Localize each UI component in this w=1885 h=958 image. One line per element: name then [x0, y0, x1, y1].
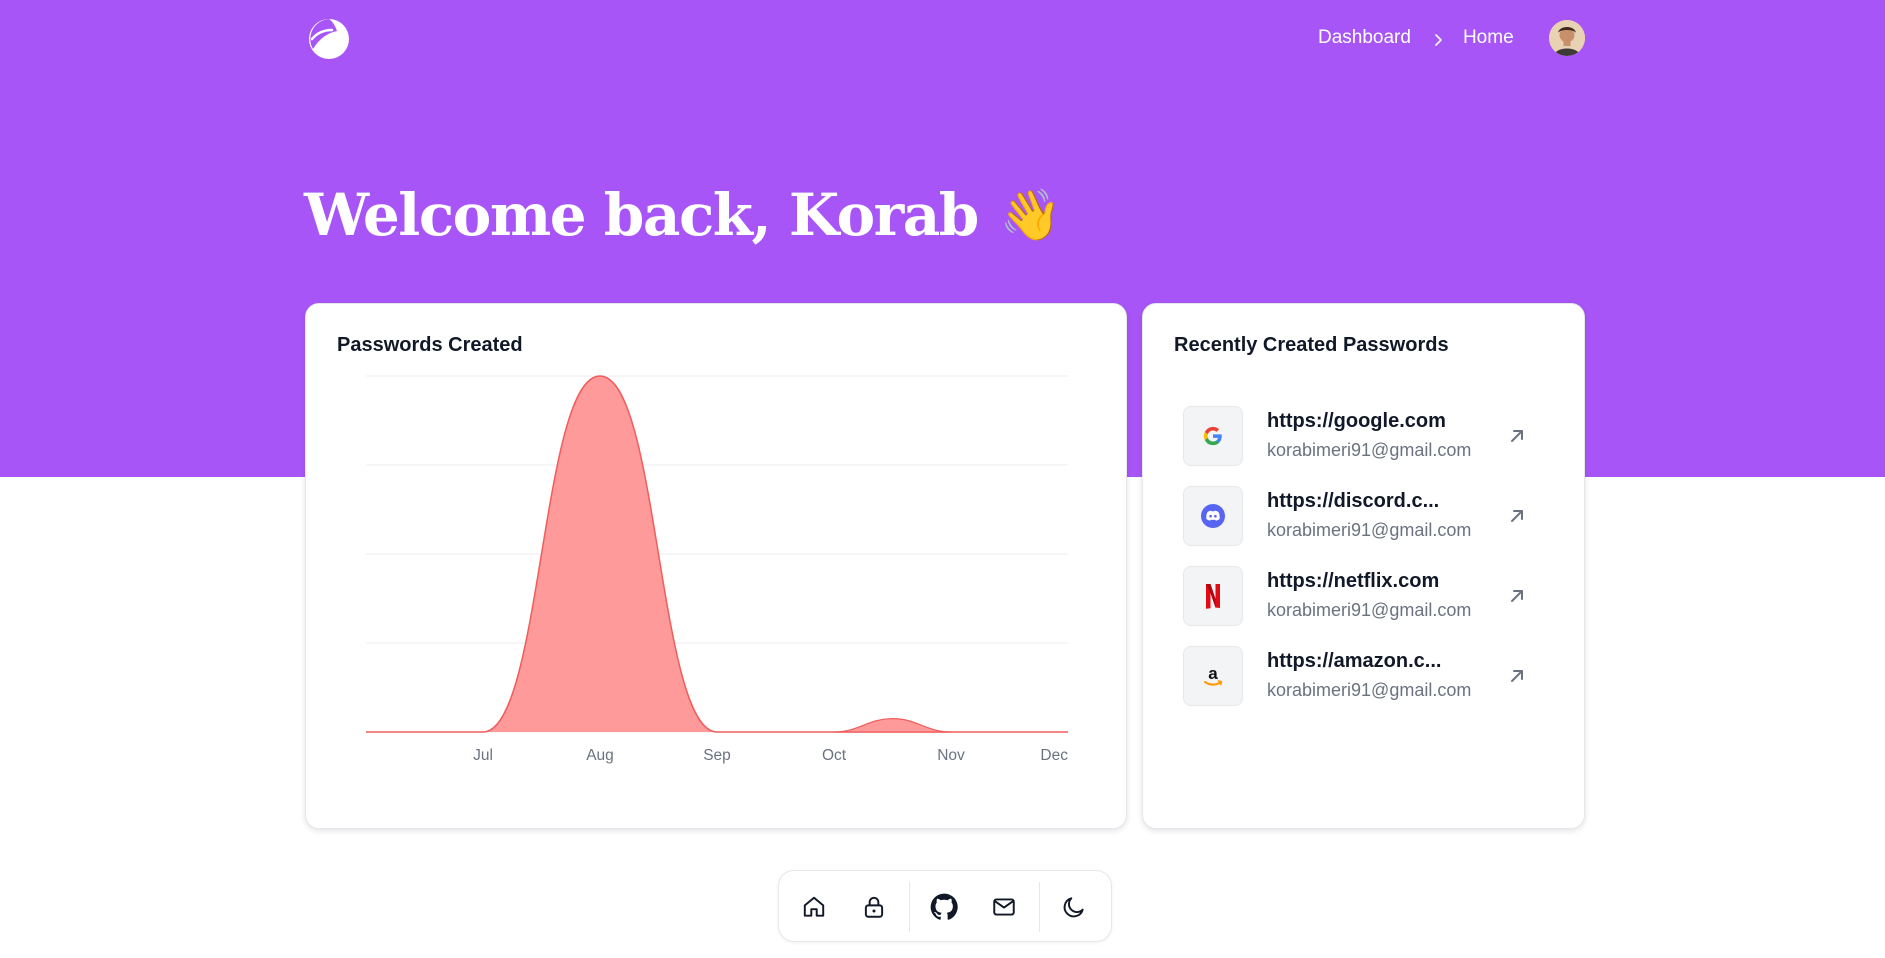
recent-title: Recently Created Passwords	[1174, 334, 1449, 356]
chart-tick-label: Dec	[1040, 747, 1068, 764]
dock-divider	[1039, 882, 1040, 932]
chevron-right-icon	[1431, 31, 1445, 46]
password-email: korabimeri91@gmail.com	[1267, 680, 1472, 700]
passwords-created-chart: Jul Aug Sep Oct Nov Dec	[366, 375, 1068, 764]
breadcrumb: Dashboard Home	[1318, 25, 1514, 51]
svg-text:a: a	[1208, 664, 1218, 683]
arrow-up-right-icon[interactable]	[1503, 662, 1531, 690]
discord-icon	[1183, 486, 1243, 546]
google-icon	[1183, 406, 1243, 466]
github-icon[interactable]	[927, 890, 961, 924]
moon-crescent-logo-icon[interactable]	[307, 17, 351, 61]
page-title: Welcome back, Korab 👋	[304, 175, 1062, 255]
netflix-icon	[1183, 566, 1243, 626]
arrow-up-right-icon[interactable]	[1503, 582, 1531, 610]
password-email: korabimeri91@gmail.com	[1267, 440, 1472, 460]
password-url: https://google.com	[1267, 410, 1446, 432]
recent-passwords-card: Recently Created Passwords https://googl…	[1142, 303, 1585, 829]
chart-tick-label: Oct	[822, 747, 847, 764]
chart-tick-label: Aug	[586, 747, 614, 764]
welcome-text: Welcome back, Korab	[304, 181, 979, 249]
password-item-discord[interactable]: https://discord.c... korabimeri91@gmail.…	[1183, 484, 1563, 546]
password-url: https://amazon.c...	[1267, 650, 1442, 672]
passwords-created-card: Passwords Created Jul Aug Sep Oct Nov Dec	[305, 303, 1127, 829]
password-item-google[interactable]: https://google.com korabimeri91@gmail.co…	[1183, 404, 1563, 466]
moon-icon[interactable]	[1057, 890, 1091, 924]
home-icon[interactable]	[797, 890, 831, 924]
chart-tick-label: Jul	[473, 747, 493, 764]
dock-divider	[909, 882, 910, 932]
password-email: korabimeri91@gmail.com	[1267, 520, 1472, 540]
password-url: https://netflix.com	[1267, 570, 1440, 592]
bottom-dock	[778, 870, 1112, 942]
waving-hand-emoji: 👋	[999, 185, 1063, 244]
mail-icon[interactable]	[987, 890, 1021, 924]
password-url: https://discord.c...	[1267, 490, 1440, 512]
arrow-up-right-icon[interactable]	[1503, 422, 1531, 450]
password-email: korabimeri91@gmail.com	[1267, 600, 1472, 620]
breadcrumb-dashboard[interactable]: Dashboard	[1318, 27, 1411, 49]
password-item-netflix[interactable]: https://netflix.com korabimeri91@gmail.c…	[1183, 564, 1563, 626]
password-item-amazon[interactable]: a https://amazon.c... korabimeri91@gmail…	[1183, 644, 1563, 706]
chart-tick-label: Nov	[937, 747, 965, 764]
user-avatar[interactable]	[1549, 20, 1585, 56]
arrow-up-right-icon[interactable]	[1503, 502, 1531, 530]
amazon-icon: a	[1183, 646, 1243, 706]
breadcrumb-home[interactable]: Home	[1463, 27, 1514, 49]
chart-area-bump	[833, 718, 952, 733]
chart-tick-label: Sep	[703, 747, 731, 764]
lock-icon[interactable]	[857, 890, 891, 924]
